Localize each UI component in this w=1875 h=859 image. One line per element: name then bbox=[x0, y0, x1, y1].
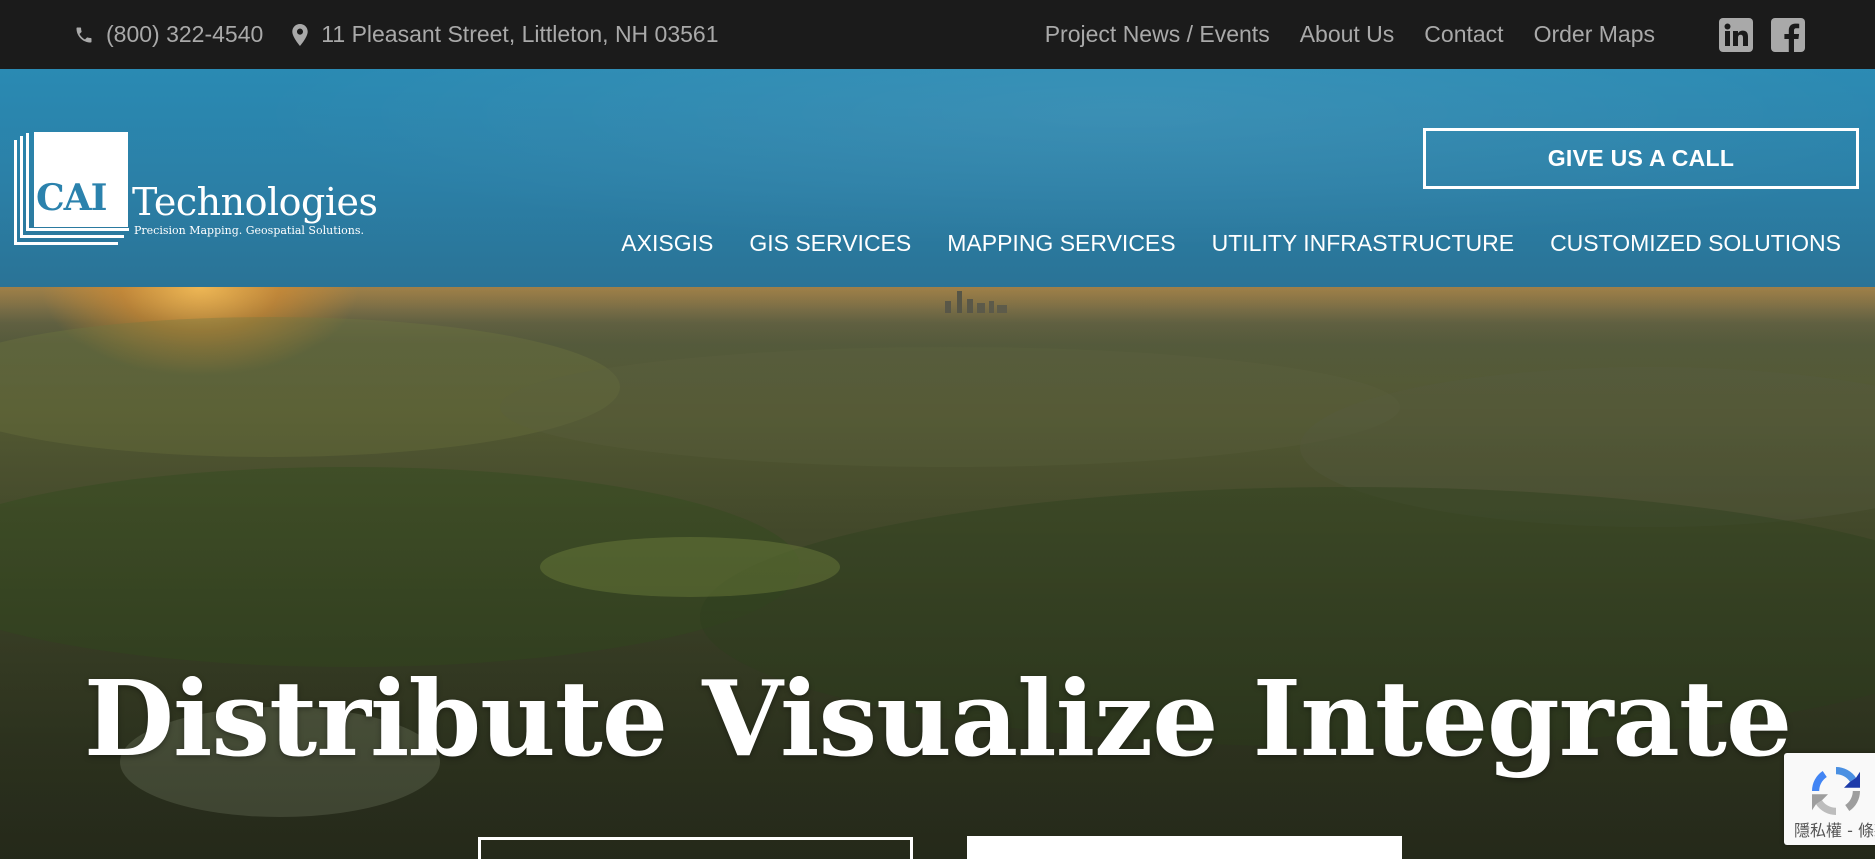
logo-wordmark: Technologies bbox=[132, 180, 378, 224]
company-logo[interactable]: CAI Technologies Precision Mapping. Geos… bbox=[14, 130, 378, 250]
map-pin-icon bbox=[292, 23, 308, 46]
main-nav: AXISGIS GIS SERVICES MAPPING SERVICES UT… bbox=[585, 225, 1841, 261]
utility-nav: Project News / Events About Us Contact O… bbox=[1015, 0, 1655, 69]
utility-link-about-us[interactable]: About Us bbox=[1300, 21, 1395, 48]
nav-item-utility-infrastructure[interactable]: UTILITY INFRASTRUCTURE bbox=[1212, 230, 1514, 257]
logo-mark: CAI bbox=[14, 130, 129, 247]
utility-link-contact[interactable]: Contact bbox=[1424, 21, 1503, 48]
phone-icon bbox=[76, 27, 92, 42]
hero-outline-button[interactable] bbox=[478, 837, 913, 859]
recaptcha-icon bbox=[1812, 767, 1860, 815]
phone-link[interactable]: (800) 322-4540 bbox=[74, 21, 263, 48]
nav-item-gis-services[interactable]: GIS SERVICES bbox=[749, 230, 911, 257]
nav-item-axisgis[interactable]: AXISGIS bbox=[621, 230, 713, 257]
hero-solid-button[interactable] bbox=[967, 836, 1402, 859]
facebook-icon[interactable] bbox=[1771, 17, 1805, 52]
contact-info: (800) 322-4540 11 Pleasant Street, Littl… bbox=[74, 0, 747, 69]
recaptcha-privacy-terms[interactable]: 隱私權 - 條款 bbox=[1794, 817, 1875, 841]
phone-number: (800) 322-4540 bbox=[106, 21, 264, 47]
recaptcha-badge[interactable]: 隱私權 - 條款 bbox=[1784, 753, 1875, 845]
linkedin-icon[interactable] bbox=[1719, 17, 1753, 52]
give-us-a-call-button[interactable]: GIVE US A CALL bbox=[1423, 128, 1859, 189]
utility-link-project-news[interactable]: Project News / Events bbox=[1045, 21, 1270, 48]
page: (800) 322-4540 11 Pleasant Street, Littl… bbox=[0, 0, 1875, 859]
utility-link-order-maps[interactable]: Order Maps bbox=[1534, 21, 1655, 48]
address-text: 11 Pleasant Street, Littleton, NH 03561 bbox=[321, 21, 719, 47]
nav-item-customized-solutions[interactable]: CUSTOMIZED SOLUTIONS bbox=[1550, 230, 1841, 257]
logo-mark-text: CAI bbox=[36, 177, 107, 219]
logo-tagline: Precision Mapping. Geospatial Solutions. bbox=[134, 224, 364, 237]
address-link[interactable]: 11 Pleasant Street, Littleton, NH 03561 bbox=[291, 21, 719, 48]
nav-item-mapping-services[interactable]: MAPPING SERVICES bbox=[947, 230, 1175, 257]
social-links bbox=[1701, 0, 1805, 69]
top-utility-bar: (800) 322-4540 11 Pleasant Street, Littl… bbox=[0, 0, 1875, 69]
hero-banner: Distribute Visualize Integrate bbox=[0, 287, 1875, 859]
hero-title: Distribute Visualize Integrate bbox=[83, 657, 1792, 780]
